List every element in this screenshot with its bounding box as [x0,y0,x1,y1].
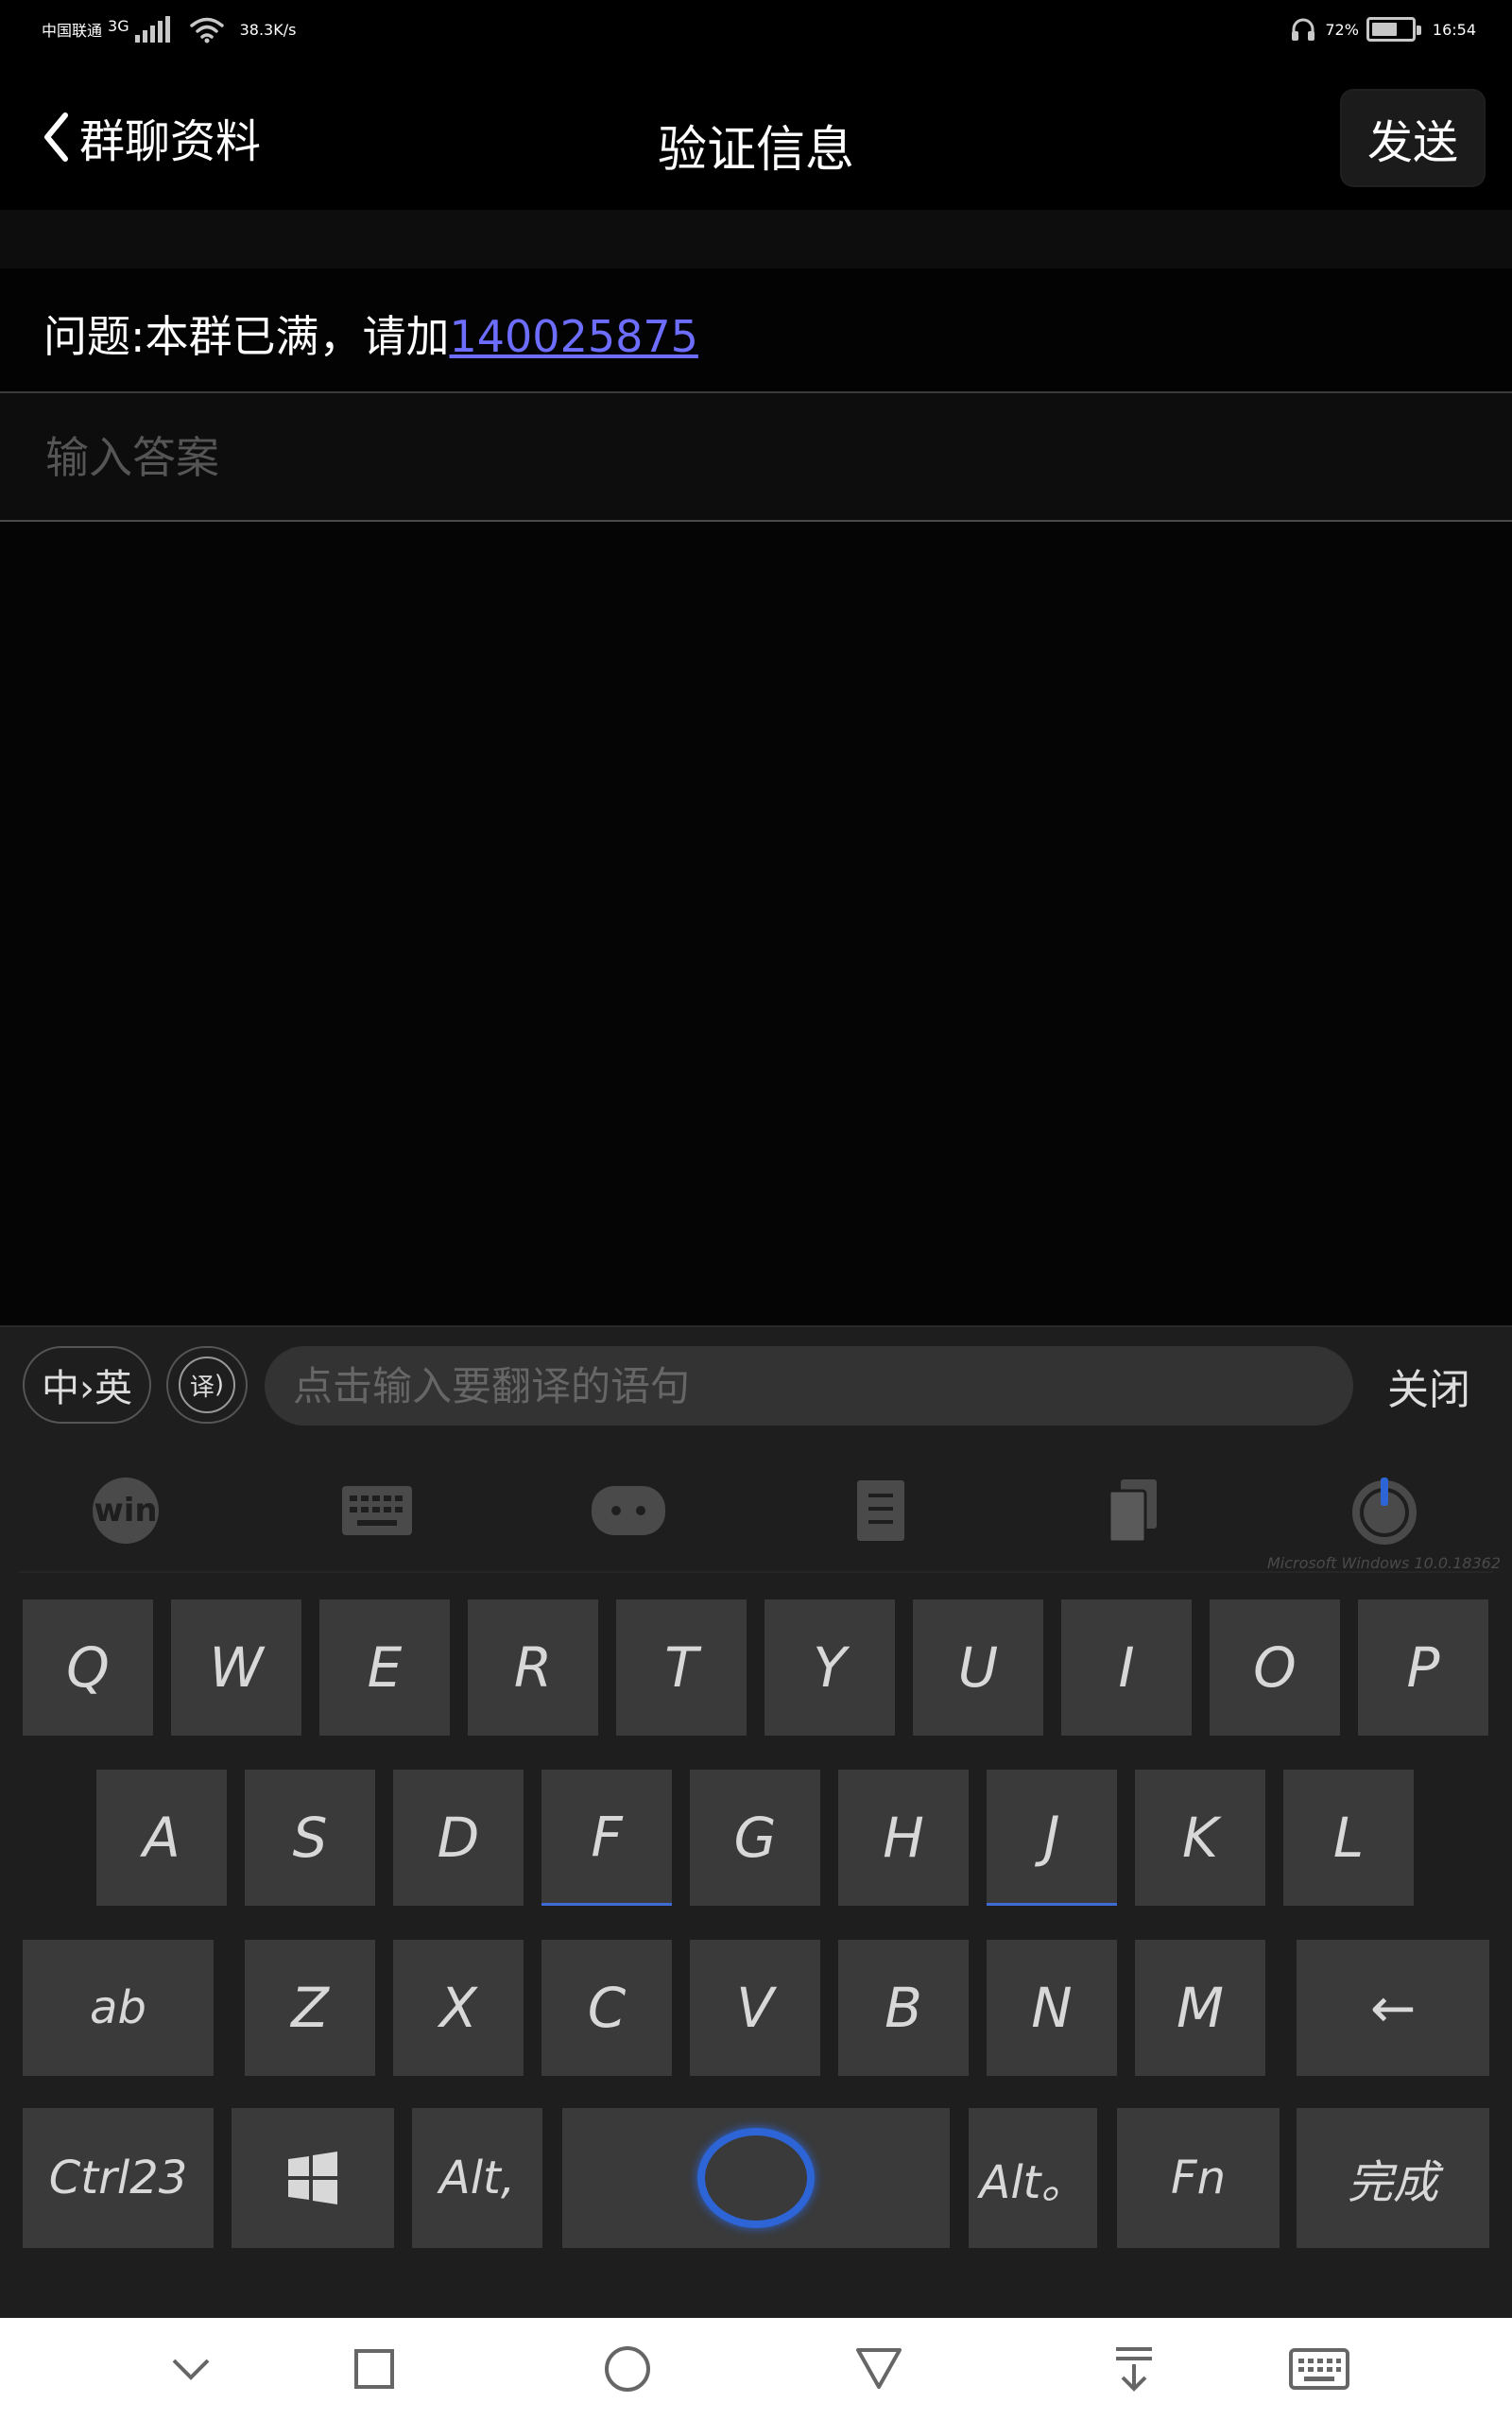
copy-button[interactable] [1091,1475,1176,1547]
windows-icon [288,2152,337,2204]
keyboard-icon [1289,2348,1349,2390]
key-done[interactable]: 完成 [1297,2108,1489,2248]
key-space[interactable] [562,2108,950,2248]
circle-icon [605,2346,650,2392]
page-title: 验证信息 [657,122,854,179]
translate-icon-label: 译 [189,1373,215,1402]
key-row2-1[interactable]: S [245,1770,375,1906]
power-button[interactable] [1342,1475,1427,1547]
win-icon: win [93,1478,159,1544]
key-row2-8[interactable]: L [1283,1770,1414,1906]
win-label: win [94,1492,158,1530]
chevron-down-icon [172,2359,210,2380]
key-alt-right[interactable]: Alt。 [969,2108,1097,2248]
system-caption: Microsoft Windows 10.0.18362 [1267,1554,1501,1572]
battery-percent: 72% [1325,20,1359,39]
key-row1-5[interactable]: Y [765,1599,895,1736]
key-row1-6[interactable]: U [913,1599,1043,1736]
battery-icon [1366,17,1421,42]
gamepad-icon [592,1486,665,1535]
power-icon [1352,1478,1417,1545]
key-row1-3[interactable]: R [468,1599,598,1736]
nav-back-button[interactable] [841,2331,917,2407]
translate-button[interactable]: 译) [166,1346,248,1424]
question-text: 问题:本群已满，请加140025875 [43,302,698,365]
network-type: 3G [108,17,129,35]
gamepad-button[interactable] [586,1475,671,1547]
nav-recents-button[interactable] [336,2331,412,2407]
key-row2-5[interactable]: H [838,1770,969,1906]
key-windows[interactable] [232,2108,394,2248]
answer-input[interactable] [43,424,1465,492]
toolbar-divider [19,1571,1493,1573]
key-row3-2[interactable]: X [393,1940,524,2076]
translate-input[interactable] [265,1346,1353,1426]
key-row3-6[interactable]: N [987,1940,1117,2076]
key-row1-8[interactable]: O [1210,1599,1340,1736]
key-alt-left[interactable]: Alt, [412,2108,542,2248]
content-area [0,522,1512,1325]
key-row1-9[interactable]: P [1358,1599,1488,1736]
send-button[interactable]: 发送 [1342,91,1484,185]
question-label: 问题:本群已满，请加 [43,311,450,362]
headphones-icon [1292,18,1315,41]
key-row2-4[interactable]: G [690,1770,820,1906]
document-icon [857,1480,904,1541]
nav-home-button[interactable] [590,2331,665,2407]
key-row3-4[interactable]: V [690,1940,820,2076]
key-fn[interactable]: Fn [1117,2108,1280,2248]
key-row2-2[interactable]: D [393,1770,524,1906]
key-row2-3[interactable]: F [541,1770,672,1906]
section-gap [0,210,1512,268]
key-row3-7[interactable]: M [1135,1940,1265,2076]
carrier-name: 中国联通 [42,22,103,40]
key-row2-7[interactable]: K [1135,1770,1265,1906]
status-left: 中国联通 3G 38.3K/s [42,15,296,43]
keyboard-icon [342,1486,412,1535]
key-backspace[interactable]: ← [1297,1940,1489,2076]
key-row1-2[interactable]: E [319,1599,450,1736]
network-speed: 38.3K/s [239,20,297,39]
copy-icon [1108,1479,1157,1544]
key-row3-1[interactable]: Z [245,1940,375,2076]
status-right: 72% 16:54 [1289,15,1476,43]
download-icon [1116,2347,1152,2392]
clock: 16:54 [1432,20,1476,39]
nav-keyboard-button[interactable] [1281,2331,1357,2407]
translate-icon: 译) [179,1357,235,1413]
document-button[interactable] [838,1475,923,1547]
cortana-icon [697,2128,815,2228]
nav-notifications-button[interactable] [1096,2331,1172,2407]
win-button[interactable]: win [83,1475,168,1547]
close-translate-button[interactable]: 关闭 [1387,1356,1470,1416]
key-row1-1[interactable]: W [171,1599,301,1736]
signal-icon [134,16,170,43]
key-ab[interactable]: ab [23,1940,214,2076]
key-row3-3[interactable]: C [541,1940,672,2076]
key-row2-6[interactable]: J [987,1770,1117,1906]
language-toggle[interactable]: 中›英 [23,1346,151,1424]
key-row3-5[interactable]: B [838,1940,969,2076]
question-link[interactable]: 140025875 [450,311,698,362]
key-row1-4[interactable]: T [616,1599,747,1736]
key-row2-0[interactable]: A [96,1770,227,1906]
key-row1-7[interactable]: I [1061,1599,1192,1736]
key-ctrl[interactable]: Ctrl23 [23,2108,214,2248]
wifi-icon [189,17,224,43]
square-icon [354,2349,394,2389]
triangle-icon [856,2348,902,2389]
nav-hide-button[interactable] [153,2331,229,2407]
key-row1-0[interactable]: Q [23,1599,153,1736]
keyboard-toggle-button[interactable] [335,1475,420,1547]
